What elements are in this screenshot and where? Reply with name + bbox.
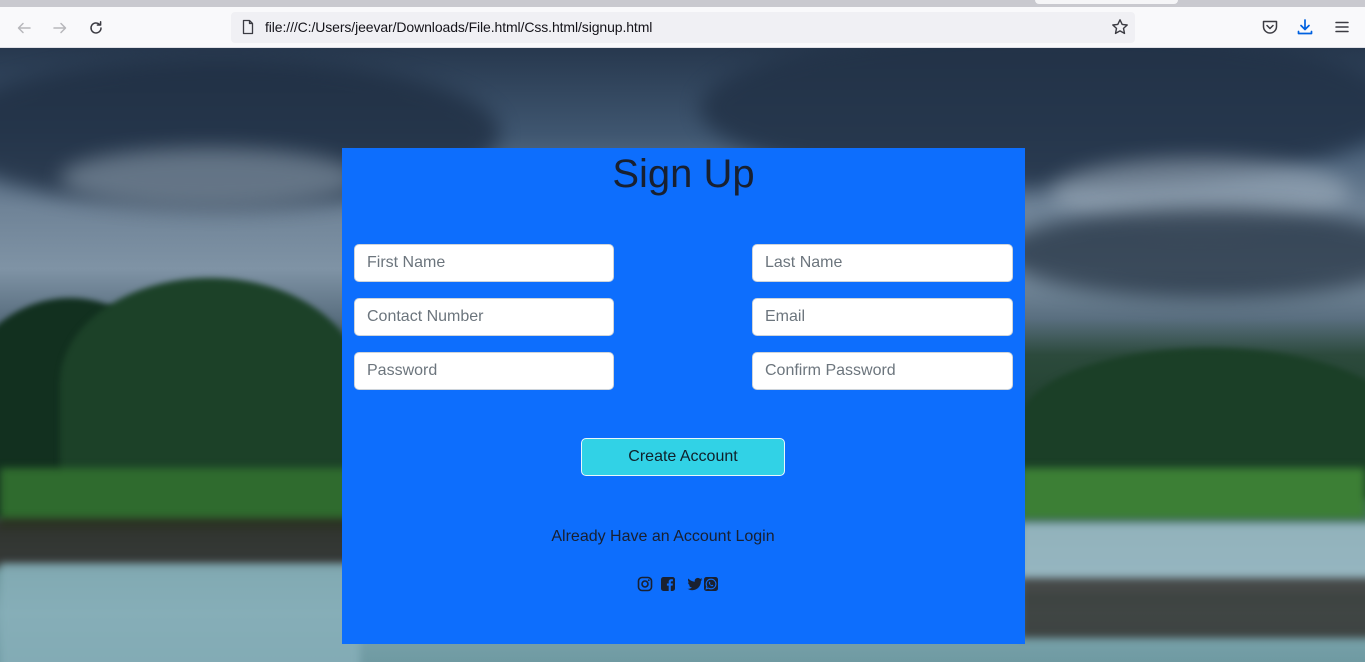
back-button[interactable]	[12, 16, 36, 40]
star-icon[interactable]	[1111, 18, 1129, 36]
contact-number-input[interactable]	[354, 298, 614, 336]
browser-tab-edge[interactable]	[1035, 0, 1178, 4]
forward-button[interactable]	[48, 16, 72, 40]
create-account-button[interactable]: Create Account	[581, 438, 785, 476]
reload-button[interactable]	[84, 16, 108, 40]
download-icon[interactable]	[1296, 18, 1314, 36]
url-text[interactable]: file:///C:/Users/jeevar/Downloads/File.h…	[265, 19, 652, 35]
signup-title: Sign Up	[612, 152, 755, 196]
twitter-icon[interactable]	[687, 576, 703, 592]
signup-card: Sign Up Create Account Already Have an A…	[342, 148, 1025, 644]
password-input[interactable]	[354, 352, 614, 390]
browser-toolbar: file:///C:/Users/jeevar/Downloads/File.h…	[0, 7, 1365, 48]
browser-tab-strip	[0, 0, 1365, 7]
arrow-right-icon	[53, 22, 67, 34]
facebook-icon[interactable]	[660, 576, 676, 592]
reload-icon	[90, 21, 102, 34]
confirm-password-input[interactable]	[752, 352, 1013, 390]
pocket-icon[interactable]	[1261, 18, 1279, 36]
login-link[interactable]: Already Have an Account Login	[342, 528, 984, 546]
first-name-input[interactable]	[354, 244, 614, 282]
address-bar[interactable]: file:///C:/Users/jeevar/Downloads/File.h…	[231, 12, 1135, 43]
last-name-input[interactable]	[752, 244, 1013, 282]
hamburger-menu-icon[interactable]	[1333, 18, 1351, 36]
page-icon	[242, 19, 254, 35]
arrow-left-icon	[17, 22, 31, 34]
email-input[interactable]	[752, 298, 1013, 336]
whatsapp-icon[interactable]	[703, 576, 719, 592]
instagram-icon[interactable]	[637, 576, 653, 592]
